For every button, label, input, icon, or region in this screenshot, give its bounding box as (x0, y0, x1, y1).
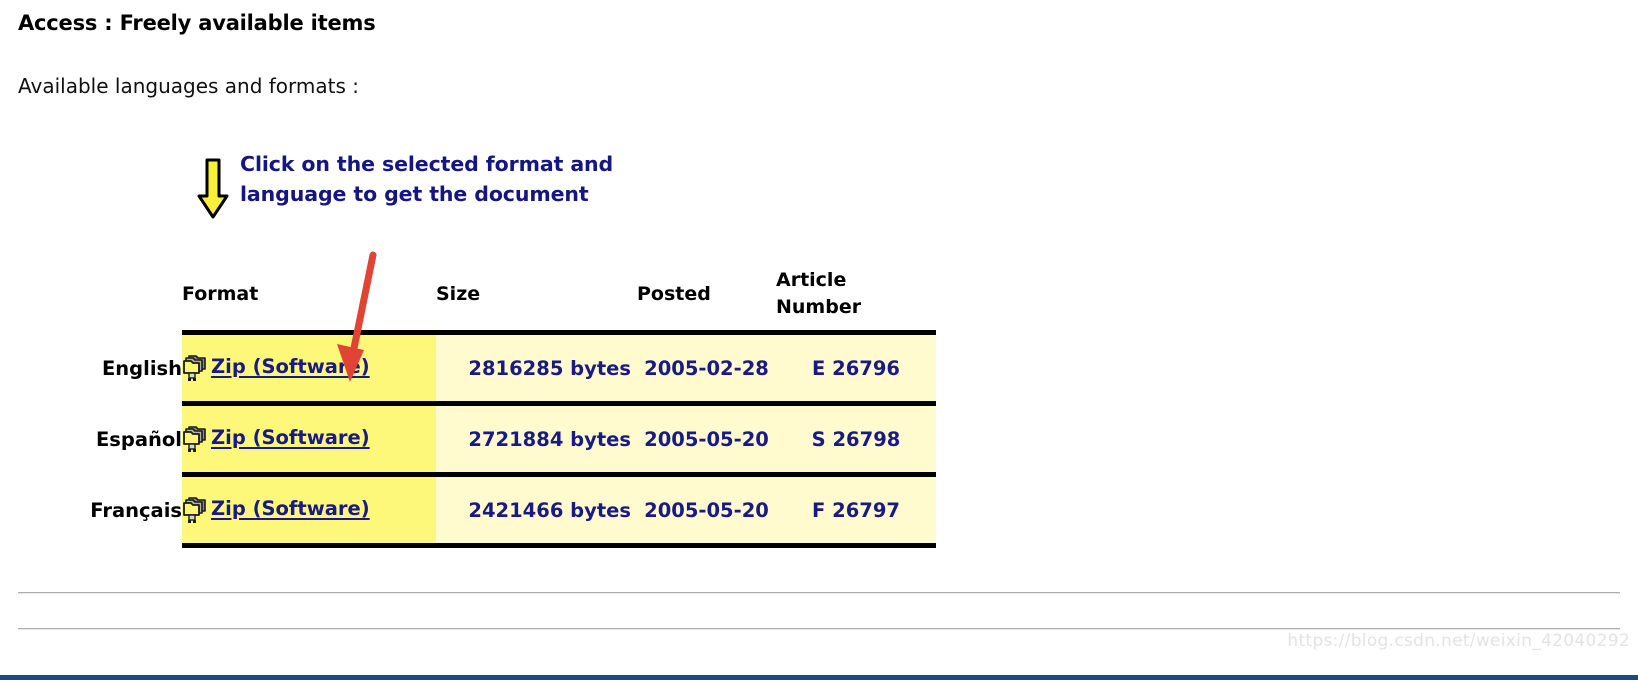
row-format-cell[interactable]: Zip (Software) (182, 335, 436, 401)
page-subtitle: Available languages and formats : (18, 74, 360, 98)
row-size: 2421466 bytes (436, 477, 637, 543)
format-download-link[interactable]: Zip (Software) (182, 351, 370, 381)
header-posted: Posted (637, 282, 711, 305)
zip-folder-icon (182, 353, 208, 383)
header-article-number-line1: Article (776, 269, 847, 291)
row-posted: 2005-05-20 (637, 406, 776, 472)
table-row: Français Zip (Software) 2421466 bytes 20… (0, 477, 936, 543)
format-label: Zip (Software) (211, 354, 370, 378)
header-article-number: Article Number (776, 258, 936, 330)
header-size: Size (436, 282, 481, 305)
row-posted: 2005-05-20 (637, 477, 776, 543)
format-download-link[interactable]: Zip (Software) (182, 422, 370, 452)
format-label: Zip (Software) (211, 425, 370, 449)
annotation-callout-text: Click on the selected format and languag… (240, 152, 614, 206)
table-row: English Zip (Software) 2816285 bytes 200… (0, 335, 936, 401)
formats-table: Format Size Posted Article Number Englis… (0, 258, 936, 548)
table-header-row: Format Size Posted Article Number (0, 258, 936, 330)
header-article-number-line2: Number (776, 296, 862, 318)
row-size: 2816285 bytes (436, 335, 637, 401)
page-title: Access : Freely available items (18, 11, 376, 35)
row-size: 2721884 bytes (436, 406, 637, 472)
row-language: English (0, 335, 182, 401)
zip-folder-icon (182, 495, 208, 525)
header-format: Format (182, 282, 259, 305)
format-label: Zip (Software) (211, 496, 370, 520)
row-language: Español (0, 406, 182, 472)
row-format-cell[interactable]: Zip (Software) (182, 477, 436, 543)
rule-line (182, 543, 936, 548)
header-language (0, 258, 182, 330)
watermark-text: https://blog.csdn.net/weixin_42040292 (1287, 631, 1630, 651)
bottom-accent-bar (0, 675, 1638, 680)
table-rule (0, 543, 936, 548)
row-article-number: F 26797 (776, 477, 936, 543)
horizontal-divider-bottom (18, 628, 1620, 630)
horizontal-divider-top (18, 592, 1620, 594)
format-download-link[interactable]: Zip (Software) (182, 493, 370, 523)
row-article-number: S 26798 (776, 406, 936, 472)
zip-folder-icon (182, 424, 208, 454)
table-row: Español Zip (Software) 2721884 bytes 200… (0, 406, 936, 472)
arrow-down-icon (196, 158, 230, 220)
row-language: Français (0, 477, 182, 543)
formats-table-container: Format Size Posted Article Number Englis… (0, 258, 960, 548)
row-posted: 2005-02-28 (637, 335, 776, 401)
row-format-cell[interactable]: Zip (Software) (182, 406, 436, 472)
row-article-number: E 26796 (776, 335, 936, 401)
